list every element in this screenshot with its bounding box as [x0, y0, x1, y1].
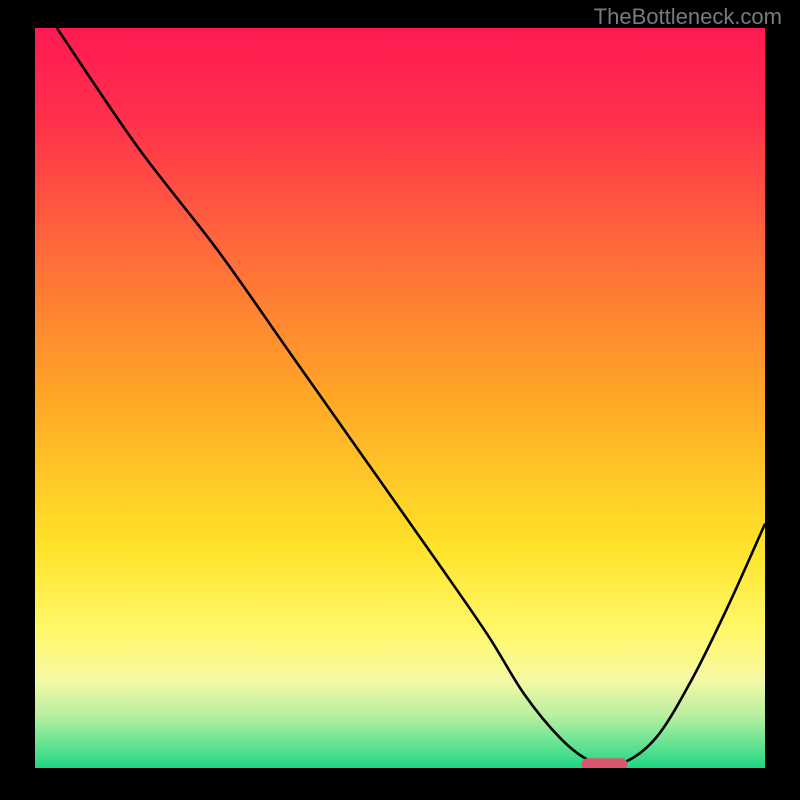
optimal-marker	[581, 758, 627, 768]
chart-plot-area	[35, 28, 765, 768]
chart-background	[35, 28, 765, 768]
watermark-text: TheBottleneck.com	[594, 4, 782, 30]
chart-svg	[35, 28, 765, 768]
